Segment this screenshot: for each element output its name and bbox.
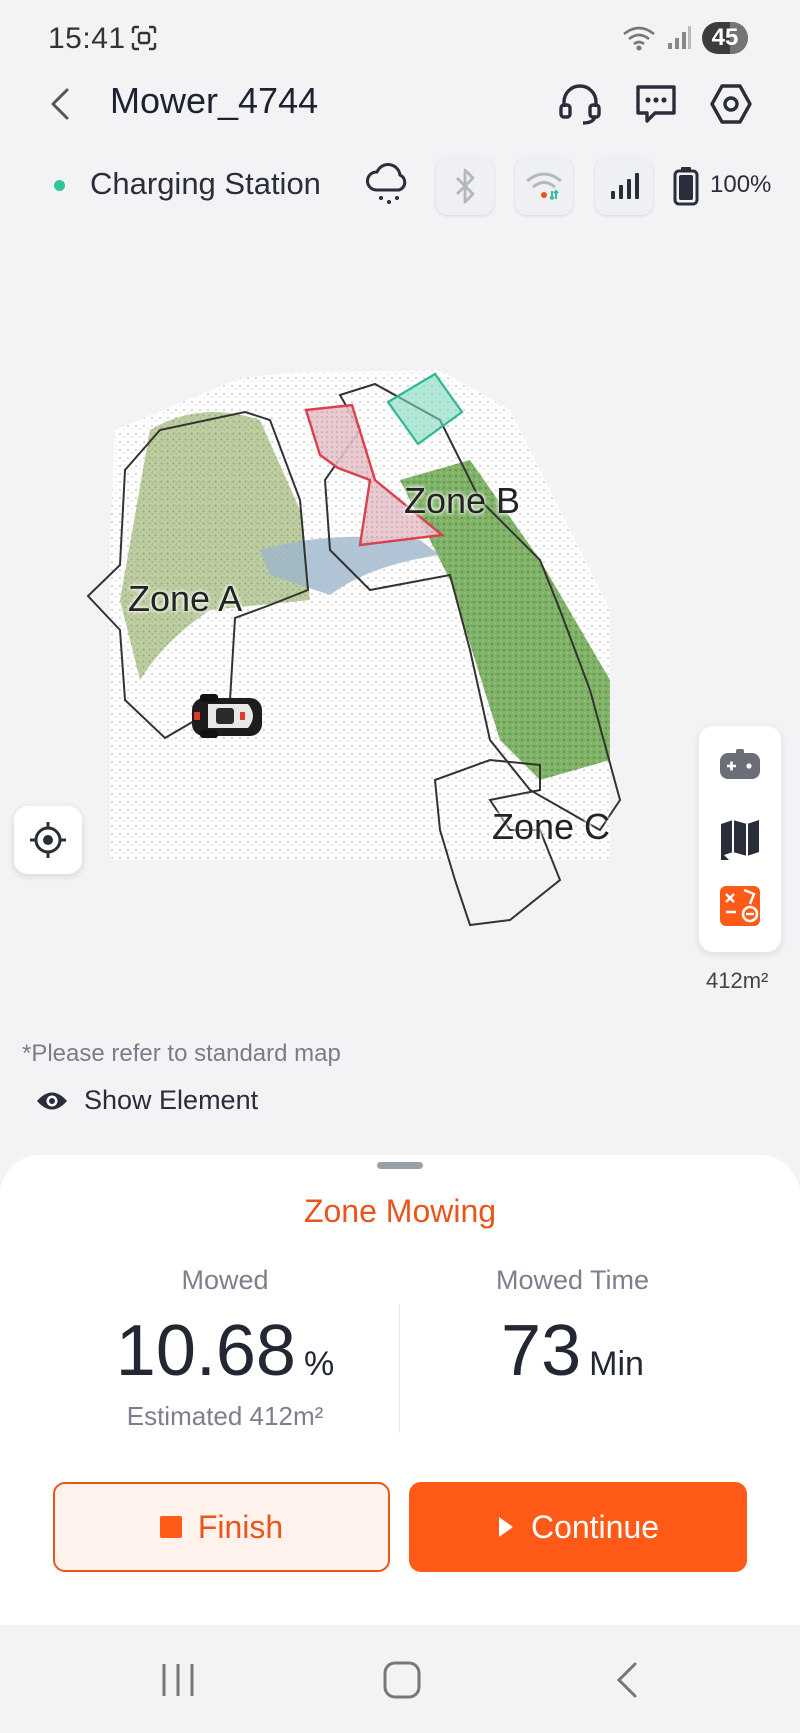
weather-rain-icon [362,158,414,210]
map-tools-panel [699,726,781,952]
battery-icon [672,166,700,206]
back-arrow-icon [616,1662,637,1698]
chevron-left-icon [51,88,69,120]
mowed-label: Mowed [181,1265,269,1295]
crosshair-icon [30,822,66,858]
continue-label: Continue [530,1508,660,1545]
zone-label-b: Zone B [404,480,521,521]
support-button[interactable] [552,76,608,132]
status-time: 15:41 [48,22,126,55]
mower-battery-text: 100% [710,171,772,198]
bluetooth-off-icon [456,168,475,204]
screenshot-icon [130,24,158,52]
show-element-toggle[interactable]: Show Element [36,1085,258,1116]
wifi-status-icon [623,26,655,51]
show-element-label: Show Element [84,1085,259,1115]
zone-map-icon [720,886,760,926]
sheet-drag-handle[interactable] [377,1162,423,1169]
home-icon [383,1661,421,1699]
message-icon [636,85,676,123]
finish-button[interactable]: Finish [53,1482,390,1572]
cellular-status[interactable] [595,157,653,215]
mowed-percent-unit: % [303,1345,335,1383]
map-area-text: 412m² [706,968,769,993]
estimated-area: Estimated 412m² [126,1401,324,1431]
stats-divider [399,1305,400,1433]
map-note: *Please refer to standard map [22,1040,341,1067]
mower-marker-icon [186,690,268,742]
finish-label: Finish [197,1508,284,1545]
mowed-percent: 10.68% [80,1310,370,1392]
signal-bars-icon [611,173,639,199]
headset-icon [559,84,601,125]
mowing-mode-title: Zone Mowing [303,1193,497,1229]
signal-status-icon [668,26,691,49]
gear-icon [710,84,752,124]
mowed-percent-value: 10.68 [115,1311,296,1391]
mowed-time: 73 Min [430,1310,715,1392]
mowed-time-label: Mowed Time [495,1265,650,1295]
system-back-button[interactable] [596,1652,656,1708]
messages-button[interactable] [628,76,684,132]
wifi-connection-status[interactable] [515,157,573,215]
continue-button[interactable]: Continue [409,1482,747,1572]
online-status-dot [54,180,65,191]
recent-apps-icon [162,1664,194,1696]
recent-apps-button[interactable] [148,1652,208,1708]
page-title: Mower_4744 [110,80,319,121]
locate-button[interactable] [14,806,82,874]
mowed-time-unit: Min [589,1345,644,1383]
gamepad-icon [720,749,760,779]
wifi-icon [526,172,562,201]
play-icon [498,1517,513,1537]
map-view-button[interactable] [710,808,770,868]
zone-label-c: Zone C [492,806,611,847]
mowed-time-value: 73 [501,1311,582,1391]
zone-map-button[interactable] [710,876,770,936]
bluetooth-status[interactable] [436,157,494,215]
status-indicators: 45 [622,22,748,54]
map-icon [721,820,759,860]
settings-button[interactable] [703,76,759,132]
battery-status-badge: 45 [702,22,748,54]
stop-icon [159,1516,182,1538]
location-status: Charging Station [90,166,321,201]
back-button[interactable] [36,80,84,128]
remote-control-button[interactable] [710,736,770,796]
zone-label-a: Zone A [128,578,243,619]
lawn-map[interactable]: Zone A Zone B Zone C [70,360,690,940]
eye-icon [37,1092,67,1109]
home-button[interactable] [372,1652,432,1708]
